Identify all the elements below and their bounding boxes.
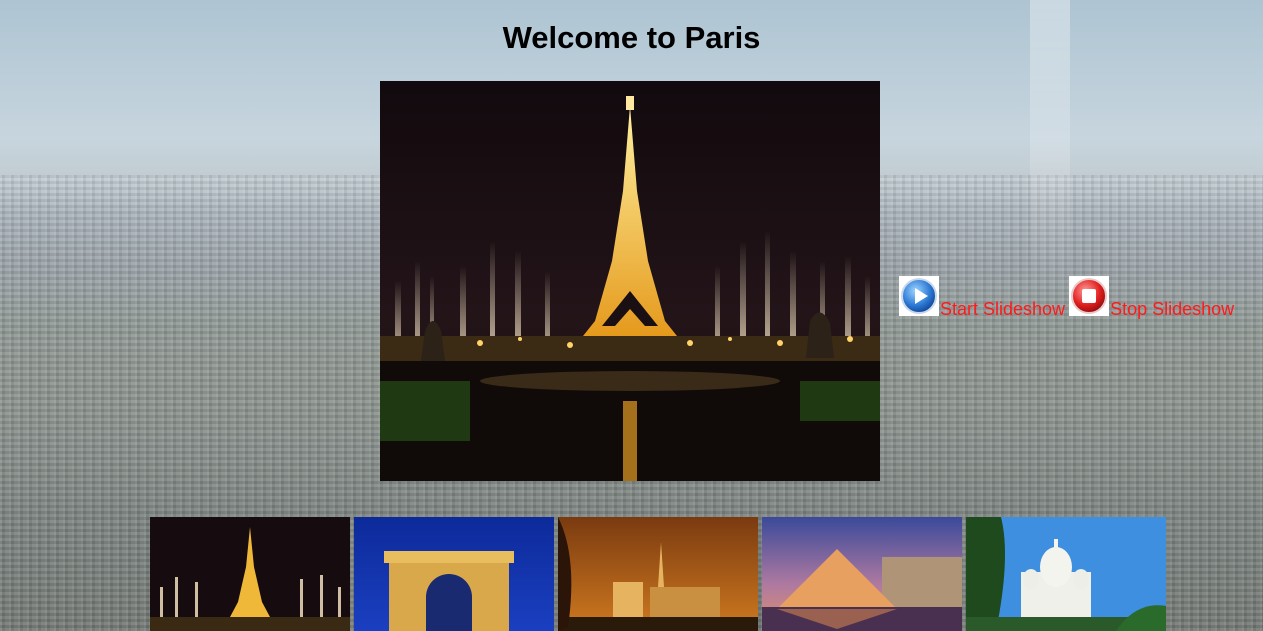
thumbnail-louvre-pyramid[interactable] [762,517,962,631]
thumbnail-sacre-coeur[interactable] [966,517,1166,631]
page-title: Welcome to Paris [502,20,761,55]
stop-slideshow-label[interactable]: Stop Slideshow [1110,299,1234,319]
play-icon[interactable] [899,276,939,316]
stop-slideshow-button[interactable]: Stop Slideshow [1069,276,1234,319]
thumbnail-eiffel-tower[interactable] [150,517,350,631]
thumbnail-strip [150,517,1170,631]
start-slideshow-label[interactable]: Start Slideshow [940,299,1065,319]
thumbnail-notre-dame[interactable] [558,517,758,631]
main-slideshow-image [380,81,880,481]
slideshow-controls: Start Slideshow Stop Slideshow [899,276,1238,319]
thumbnail-arc-de-triomphe[interactable] [354,517,554,631]
start-slideshow-button[interactable]: Start Slideshow [899,276,1065,319]
eiffel-tower-night-photo [380,81,880,481]
stop-icon[interactable] [1069,276,1110,316]
